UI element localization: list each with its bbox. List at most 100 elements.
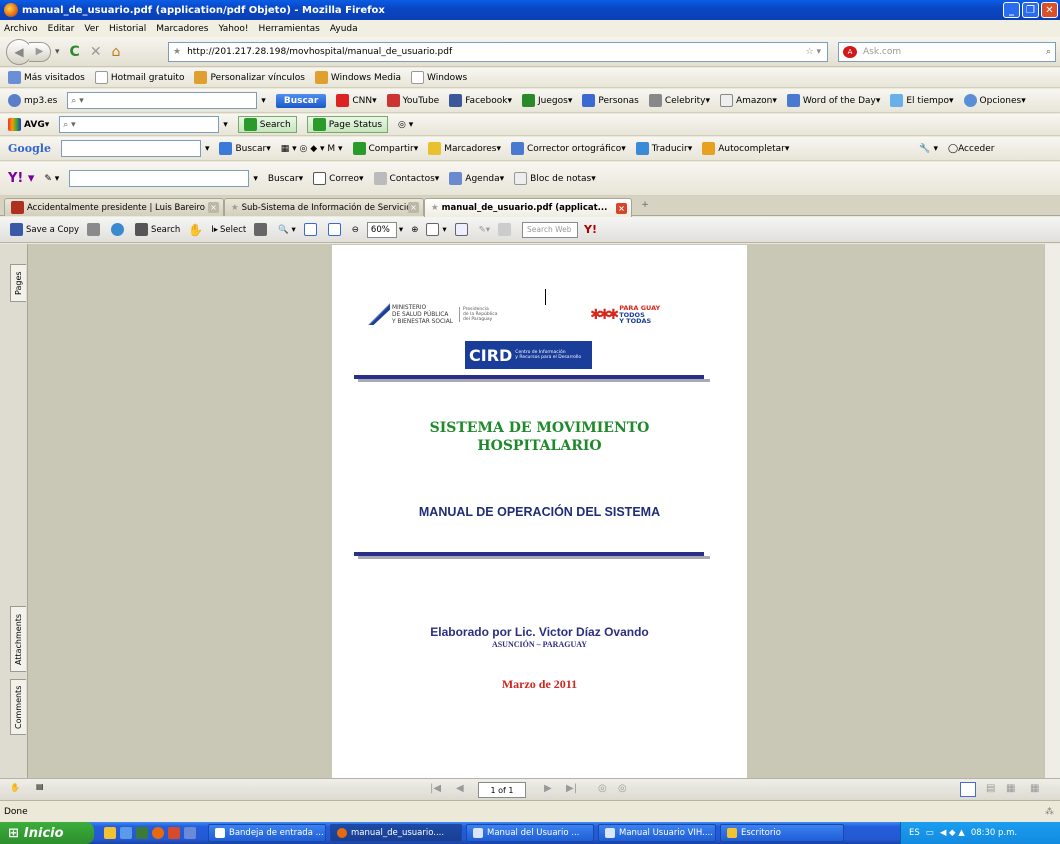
google-buscar[interactable]: Buscar ▾ [219,142,271,155]
continuous-button[interactable]: ▤ [986,783,995,794]
yahoo-contactos[interactable]: Contactos ▾ [373,172,439,185]
search-box[interactable]: A Ask.com ⌕ [838,42,1056,62]
forward-button[interactable]: ▶ [29,41,51,62]
ask-youtube[interactable]: YouTube [386,94,439,107]
doc-button[interactable] [497,223,514,236]
google-search-input[interactable] [60,140,201,157]
bookmark-windows-media[interactable]: Windows Media [314,71,401,84]
bookmark-star-icon[interactable]: ★ [173,47,181,57]
menu-yahoo[interactable]: Yahoo! [218,24,248,34]
menu-ayuda[interactable]: Ayuda [330,24,358,34]
stop-icon[interactable]: ✕ [90,44,102,60]
task-bandeja[interactable]: Bandeja de entrada ... [208,824,326,842]
yahoo-logo[interactable]: Y! ▾ [8,171,34,186]
menu-editar[interactable]: Editar [48,24,75,34]
quick-ie-icon[interactable] [104,827,116,839]
ask-search-input[interactable]: ⌕ ▾ [67,92,258,109]
menu-ver[interactable]: Ver [84,24,99,34]
page-icon[interactable]: ▤ [36,782,44,791]
quick-app-icon[interactable] [136,827,148,839]
select-tool-button[interactable]: I▸ Select [211,225,246,235]
yahoo-search-input[interactable] [69,170,250,187]
vertical-scrollbar[interactable] [1044,244,1060,778]
continuous-facing-button[interactable]: ▦ [1030,783,1039,794]
single-page-button[interactable] [960,782,976,797]
ask-cnn[interactable]: CNN ▾ [336,94,377,107]
search-icon[interactable]: ⌕ [1046,47,1051,57]
first-page-button[interactable]: |◀ [430,783,441,794]
task-escritorio[interactable]: Escritorio [720,824,844,842]
tray-icons[interactable]: ◀ ◆ ▲ [940,828,965,838]
avg-search-button[interactable]: Search [237,116,297,133]
facing-button[interactable]: ▦ [1006,783,1015,794]
page-layout-button[interactable]: ▾ [426,223,447,236]
ask-buscar-button[interactable]: Buscar [275,93,327,108]
tab-close-icon[interactable]: × [408,202,419,213]
quick-browser-icon[interactable] [120,827,132,839]
avg-search-input[interactable]: ⌕ ▾ [59,116,220,133]
keyboard-icon[interactable]: ▭ [926,828,934,838]
zoom-in-button[interactable]: ⊕ [411,225,418,235]
search-web-input[interactable]: Search Web [521,221,578,238]
yahoo-bloc-notas[interactable]: Bloc de notas ▾ [514,172,596,185]
last-page-button[interactable]: ▶| [566,783,577,794]
task-manual-usuario[interactable]: Manual del Usuario ... [466,824,594,842]
bookmark-mas-visitados[interactable]: Más visitados [8,71,85,84]
ask-el-tiempo[interactable]: El tiempo ▾ [890,94,954,107]
menu-herramientas[interactable]: Herramientas [259,24,320,34]
url-text[interactable]: http://201.217.28.198/movhospital/manual… [187,47,452,57]
print-button[interactable] [87,223,103,236]
tab-close-icon[interactable]: × [616,202,627,214]
google-dropdown[interactable]: ▾ [205,144,210,154]
quick-firefox-icon[interactable] [152,827,164,839]
url-star-icon[interactable]: ☆ ▾ [806,47,821,57]
reload-icon[interactable]: C [70,44,80,60]
bookmark-hotmail[interactable]: Hotmail gratuito [94,71,184,84]
google-traducir[interactable]: Traducir ▾ [635,142,692,155]
minimize-button[interactable]: _ [1003,2,1020,18]
hand-icon[interactable]: ✋ [10,783,20,792]
next-page-button[interactable]: ▶ [544,783,552,794]
next-view-button[interactable]: ◎ [618,783,627,794]
avg-dropdown[interactable]: ▾ [223,120,228,130]
attachments-tab[interactable]: Attachments [10,606,26,672]
ask-personas[interactable]: Personas [582,94,639,107]
prev-view-button[interactable]: ◎ [598,783,607,794]
bookmark-personalizar[interactable]: Personalizar vínculos [194,71,305,84]
sign-button[interactable]: ✎▾ [479,225,490,235]
close-button[interactable]: ✕ [1041,2,1058,18]
history-dropdown-icon[interactable]: ▾ [55,47,60,57]
ask-word-of-day[interactable]: Word of the Day ▾ [786,94,880,107]
quick-office-icon[interactable] [168,827,180,839]
google-misc-icons[interactable]: ▦ ▾ ◎ ◆ ▾ M ▾ [281,144,343,154]
ask-celebrity[interactable]: Celebrity ▾ [648,94,710,107]
start-button[interactable]: ⊞ Inicio [0,822,94,844]
home-icon[interactable]: ⌂ [112,44,121,60]
yahoo-dropdown[interactable]: ▾ [253,174,258,184]
clock[interactable]: 08:30 p.m. [971,828,1017,838]
tab-accidentalmente[interactable]: Accidentalmente presidente | Luis Bareir… [4,198,224,216]
search-button[interactable]: Search [135,223,180,236]
task-manual-pdf[interactable]: manual_de_usuario.... [330,824,462,842]
google-corrector[interactable]: Corrector ortográfico ▾ [510,142,626,155]
ask-juegos[interactable]: Juegos ▾ [522,94,572,107]
yahoo-pencil-icon[interactable]: ✎ ▾ [44,174,59,184]
avg-extra-icon[interactable]: ◎ ▾ [398,120,413,130]
tab-close-icon[interactable]: × [208,202,219,213]
zoom-level-input[interactable]: 60% [366,221,397,238]
fit-width-button[interactable] [327,223,344,236]
zoom-dropdown[interactable]: ▾ [399,225,403,235]
yahoo-agenda[interactable]: Agenda ▾ [449,172,504,185]
save-copy-button[interactable]: Save a Copy [10,223,79,236]
google-wrench-icon[interactable]: 🔧 ▾ [919,144,938,154]
yahoo-correo[interactable]: Correo ▾ [313,172,364,185]
mp3-button[interactable]: mp3.es [8,94,57,107]
menu-historial[interactable]: Historial [109,24,146,34]
page-number-input[interactable]: 1 of 1 [478,782,526,798]
zoom-in-tool[interactable]: 🔍 ▾ [278,225,296,235]
google-autocompletar[interactable]: Autocompletar ▾ [702,142,789,155]
language-indicator[interactable]: ES [909,828,920,838]
fit-page-button[interactable] [303,223,320,236]
ask-opciones[interactable]: Opciones ▾ [963,94,1026,107]
email-button[interactable] [111,223,127,236]
